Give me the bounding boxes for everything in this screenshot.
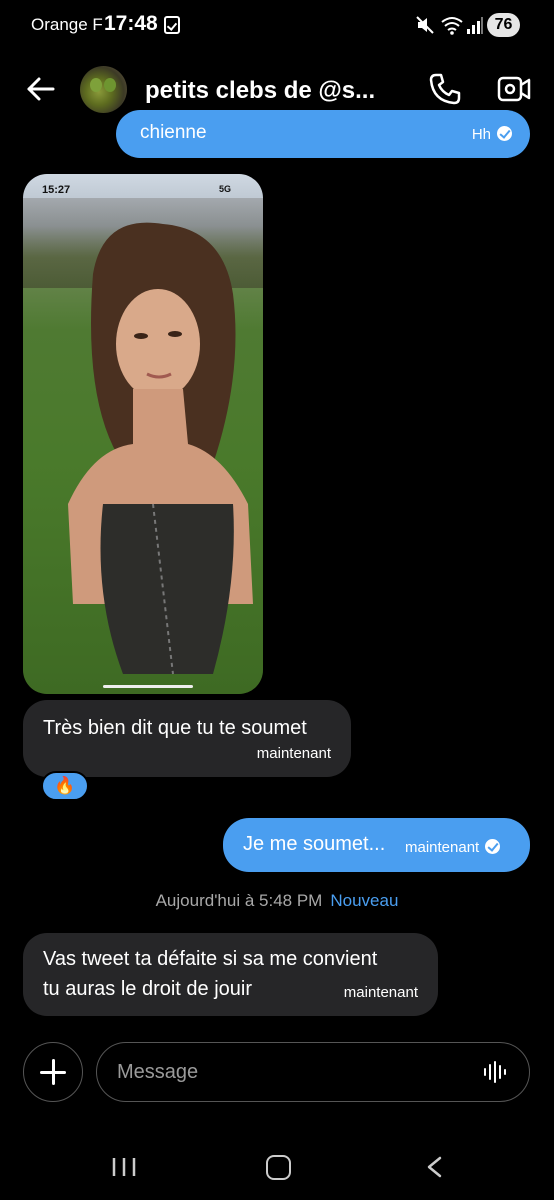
plus-icon[interactable]: [23, 1042, 83, 1102]
sent-message-partial[interactable]: chienne Hh: [116, 110, 530, 158]
message-text: Je me soumet...: [243, 833, 386, 855]
back-arrow-icon[interactable]: [26, 76, 56, 102]
photo-status-time: 15:27: [42, 184, 71, 196]
carrier-name: Orange F: [31, 15, 103, 34]
message-text-line-2: tu auras le droit de jouir: [43, 978, 253, 1000]
video-call-icon[interactable]: [497, 74, 531, 104]
message-timestamp: maintenant: [405, 839, 501, 856]
message-timestamp: maintenant: [343, 984, 418, 1001]
date-separator-text: Aujourd'hui à 5:48 PM: [155, 891, 323, 910]
avatar[interactable]: [80, 66, 127, 113]
reaction-badge[interactable]: 🔥: [41, 771, 89, 801]
date-separator: Aujourd'hui à 5:48 PM Nouveau: [0, 891, 554, 911]
sent-check-icon: [497, 126, 512, 141]
status-bar: Orange F 17:48 76: [0, 0, 554, 52]
photo-message[interactable]: 15:27 5G: [23, 174, 263, 694]
wifi-icon: [441, 17, 463, 35]
phone-icon[interactable]: [428, 72, 462, 106]
received-message[interactable]: Très bien dit que tu te soumet maintenan…: [23, 700, 351, 777]
message-input-container[interactable]: [96, 1042, 530, 1102]
home-icon[interactable]: [266, 1155, 291, 1180]
sent-message[interactable]: Je me soumet... maintenant: [223, 818, 530, 872]
battery-indicator: 76: [487, 13, 520, 37]
chat-title[interactable]: petits clebs de @s...: [145, 77, 375, 105]
message-timestamp: maintenant: [256, 745, 331, 762]
notification-check-icon: [164, 16, 180, 34]
voice-icon[interactable]: [483, 1061, 507, 1083]
message-text: chienne: [140, 122, 207, 143]
status-time: 17:48: [104, 12, 158, 35]
photo-subject: [68, 222, 253, 675]
message-timestamp: Hh: [472, 126, 512, 143]
received-message[interactable]: Vas tweet ta défaite si sa me convient t…: [23, 933, 438, 1016]
message-input[interactable]: [117, 1059, 457, 1085]
photo-network-label: 5G: [219, 184, 232, 194]
mute-icon: [416, 16, 434, 34]
new-label: Nouveau: [330, 891, 399, 910]
nav-back-icon[interactable]: [425, 1156, 443, 1178]
recent-apps-icon[interactable]: [111, 1157, 137, 1177]
message-text: Très bien dit que tu te soumet: [43, 717, 307, 739]
message-text-line-1: Vas tweet ta défaite si sa me convient: [43, 948, 378, 970]
photo-home-indicator: [103, 685, 193, 688]
sent-check-icon: [485, 839, 501, 854]
signal-icon: [467, 17, 483, 34]
